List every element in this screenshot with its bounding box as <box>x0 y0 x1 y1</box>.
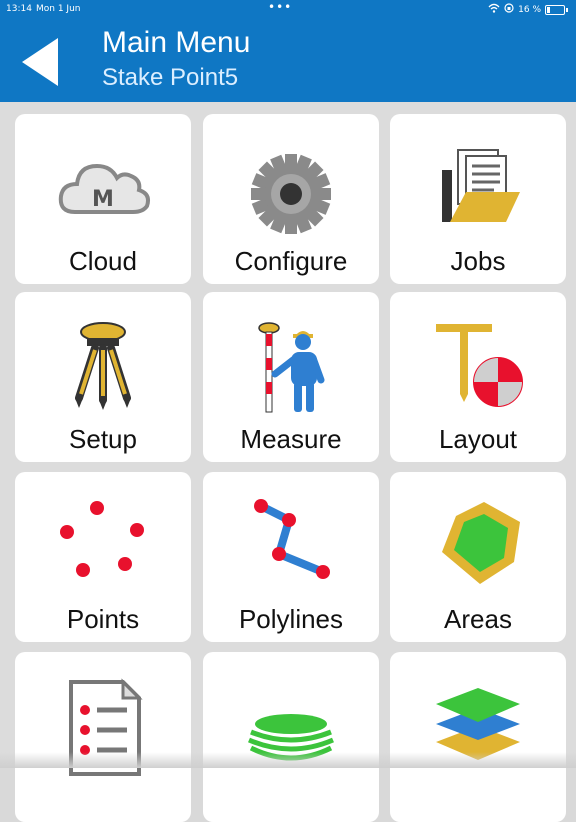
back-button[interactable] <box>18 28 74 92</box>
menu-label-jobs: Jobs <box>450 246 506 276</box>
folder-documents-icon <box>428 140 528 240</box>
menu-tile-areas[interactable]: Areas <box>390 472 566 642</box>
menu-tile-surfaces[interactable] <box>203 652 379 822</box>
cloud-icon: M <box>53 140 153 240</box>
status-time: 13:14 <box>6 4 32 14</box>
wifi-icon <box>488 3 500 16</box>
menu-label-measure: Measure <box>240 424 342 454</box>
menu-label-areas: Areas <box>444 604 512 634</box>
menu-tile-polylines[interactable]: Polylines <box>203 472 379 642</box>
bottom-fade <box>0 752 576 768</box>
status-indicators: 16 % <box>488 3 568 16</box>
menu-tile-reports[interactable] <box>15 652 191 822</box>
menu-tile-measure[interactable]: Measure <box>203 292 379 462</box>
menu-label-points: Points <box>66 604 140 634</box>
menu-label-setup: Setup <box>69 424 137 454</box>
menu-tile-setup[interactable]: Setup <box>15 292 191 462</box>
back-arrow-icon <box>22 38 58 86</box>
status-bar: 13:14 Mon 1 Jun ••• 16 % <box>0 0 576 18</box>
stakeout-icon <box>428 318 528 418</box>
menu-grid: M Cloud Configure Jobs Setup Measure Lay… <box>0 102 576 822</box>
points-icon <box>53 498 153 598</box>
tripod-icon <box>53 318 153 418</box>
menu-tile-cloud[interactable]: M Cloud <box>15 114 191 284</box>
status-date: Mon 1 Jun <box>36 4 81 14</box>
page-subtitle: Stake Point5 <box>102 64 239 91</box>
menu-label-configure: Configure <box>234 246 348 276</box>
menu-tile-layers[interactable] <box>390 652 566 822</box>
battery-percent: 16 % <box>518 4 541 15</box>
app-header: Main Menu Stake Point5 <box>0 18 576 102</box>
orientation-lock-icon <box>504 3 514 16</box>
polyline-icon <box>241 498 341 598</box>
battery-icon <box>545 4 565 15</box>
menu-tile-points[interactable]: Points <box>15 472 191 642</box>
menu-label-cloud: Cloud <box>69 246 137 276</box>
page-title: Main Menu <box>102 26 251 59</box>
menu-label-polylines: Polylines <box>238 604 344 634</box>
svg-text:M: M <box>92 187 114 212</box>
multitask-dots-icon: ••• <box>268 0 293 14</box>
surveyor-icon <box>241 318 341 418</box>
menu-tile-configure[interactable]: Configure <box>203 114 379 284</box>
area-icon <box>428 498 528 598</box>
menu-label-layout: Layout <box>438 424 518 454</box>
menu-tile-layout[interactable]: Layout <box>390 292 566 462</box>
gear-icon <box>241 140 341 240</box>
menu-tile-jobs[interactable]: Jobs <box>390 114 566 284</box>
